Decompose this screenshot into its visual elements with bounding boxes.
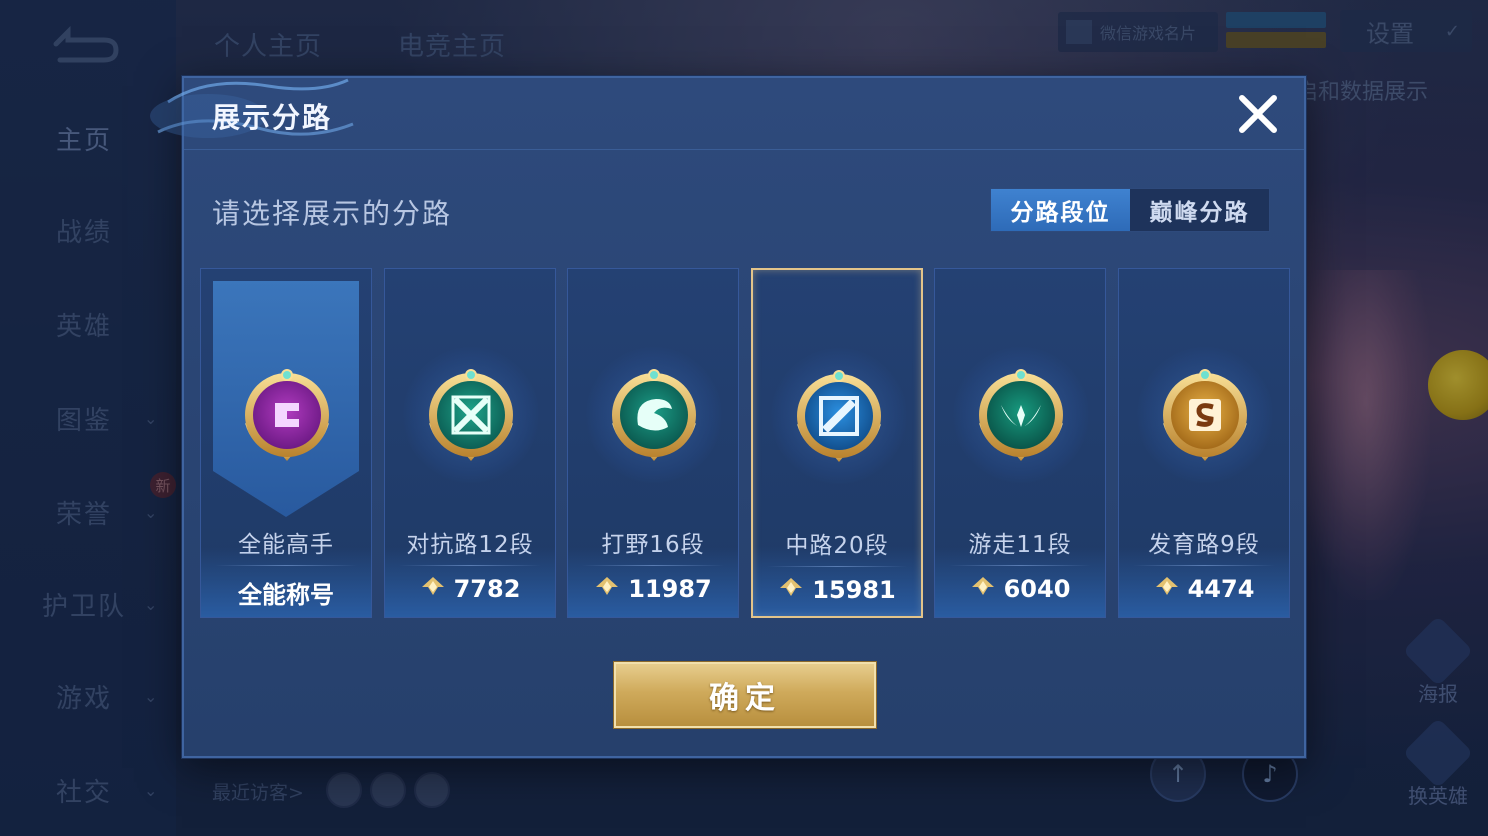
dialog-header: 展示分路 (150, 78, 1304, 150)
divider (215, 565, 357, 566)
roam-wings-teal-emblem-icon (971, 365, 1071, 475)
confirm-button[interactable]: 确定 (614, 662, 876, 728)
mid-lane-blue-emblem-icon (789, 366, 889, 476)
lane-score-value: 7782 (453, 575, 521, 603)
divider (949, 565, 1091, 566)
tab-peak-lane[interactable]: 巅峰分路 (1130, 189, 1269, 231)
lane-score: 6040 (935, 575, 1105, 603)
lane-score-value: 全能称号 (238, 581, 334, 609)
divider (399, 565, 541, 566)
lane-card-list: 全能高手 全能称号 对抗路12段 7782 打野16段 11987 中路20段 15981 游走… (200, 268, 1292, 618)
lane-score-value: 15981 (812, 576, 896, 604)
lane-score-value: 4474 (1187, 575, 1255, 603)
tab-lane-rank[interactable]: 分路段位 (991, 189, 1130, 231)
lane-rank-label: 对抗路12段 (406, 532, 534, 558)
lane-score-value: 11987 (628, 575, 712, 603)
divider (767, 566, 907, 567)
lane-card[interactable]: 发育路9段 4474 (1118, 268, 1290, 618)
divider (582, 565, 724, 566)
lane-score: 全能称号 (201, 575, 371, 610)
farm-lane-gold-emblem-icon (1155, 365, 1255, 475)
lane-score: 15981 (753, 576, 921, 604)
score-icon (778, 576, 804, 604)
score-icon (1154, 575, 1180, 603)
view-toggle: 分路段位 巅峰分路 (990, 188, 1270, 232)
lane-rank-label: 打野16段 (601, 532, 705, 558)
lane-rank-label: 全能高手 (238, 532, 334, 558)
dialog-title: 展示分路 (212, 101, 333, 134)
score-icon (420, 575, 446, 603)
dialog-subtitle: 请选择展示的分路 (212, 197, 453, 230)
lane-score: 7782 (385, 575, 555, 603)
lane-score-value: 6040 (1003, 575, 1071, 603)
lane-display-dialog: 展示分路 请选择展示的分路 分路段位 巅峰分路 全能高手 全能称号 对抗路12段 77… (150, 76, 1306, 758)
close-icon[interactable] (1234, 90, 1282, 138)
clash-lane-green-emblem-icon (421, 365, 521, 475)
lane-rank-label: 中路20段 (785, 533, 889, 559)
lane-score: 11987 (568, 575, 738, 603)
score-icon (970, 575, 996, 603)
lane-rank-label: 发育路9段 (1148, 532, 1260, 558)
divider (1133, 565, 1275, 566)
lane-card[interactable]: 游走11段 6040 (934, 268, 1106, 618)
lane-rank-label: 游走11段 (968, 532, 1072, 558)
lane-card[interactable]: 对抗路12段 7782 (384, 268, 556, 618)
lane-card[interactable]: 全能高手 全能称号 (200, 268, 372, 618)
lane-card[interactable]: 打野16段 11987 (567, 268, 739, 618)
score-icon (594, 575, 620, 603)
lane-score: 4474 (1119, 575, 1289, 603)
lane-card[interactable]: 中路20段 15981 (751, 268, 923, 618)
crown-purple-emblem-icon (237, 365, 337, 475)
jungle-dragon-teal-emblem-icon (604, 365, 704, 475)
